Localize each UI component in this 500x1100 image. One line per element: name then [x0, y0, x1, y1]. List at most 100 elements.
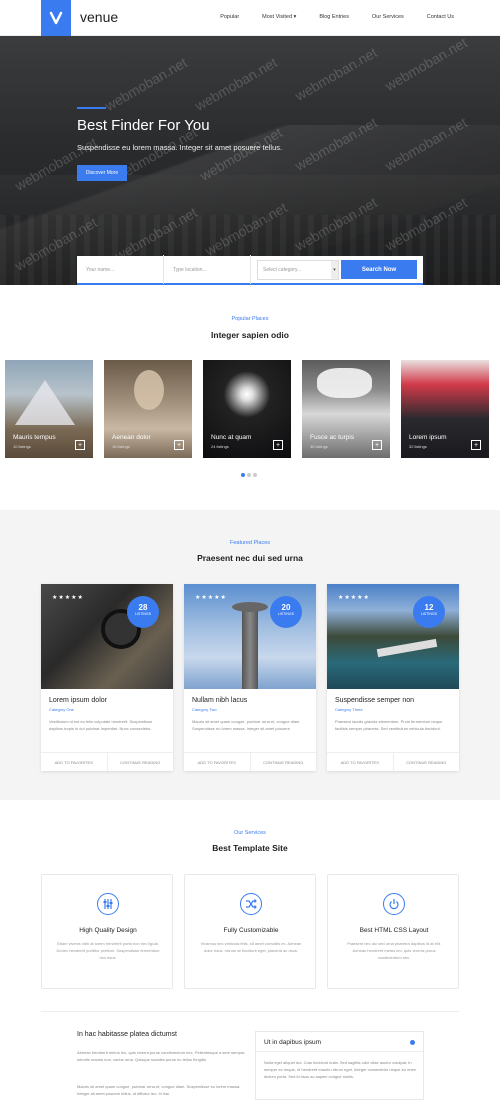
card-title[interactable]: Suspendisse semper non [335, 697, 414, 704]
carousel-dot[interactable] [247, 473, 251, 477]
nav-most-visited[interactable]: Most Visited ▾ [262, 14, 296, 20]
plus-icon[interactable]: + [75, 440, 85, 450]
shuffle-icon [240, 893, 262, 915]
featured-eyebrow: Featured Places [229, 540, 271, 546]
featured-card: ★★★★★ 12 LISTINGS Suspendisse semper non… [327, 584, 459, 771]
services-title: Best Template Site [212, 843, 288, 853]
add-to-favorites-button[interactable]: ADD TO FAVORITES [327, 753, 394, 771]
tower-top-shape [232, 602, 268, 612]
power-icon [383, 893, 405, 915]
carousel-dots [241, 473, 257, 477]
listings-label: LISTINGS [135, 612, 151, 616]
listings-count: 20 [281, 603, 291, 612]
place-count: 36 listings [310, 444, 328, 449]
hero-subtitle: Suspendisse eu lorem massa. Integer sit … [77, 143, 283, 152]
watermark: webmoban.net [192, 54, 280, 114]
card-description: Vestibulum id est eu felis vulputate hen… [49, 719, 153, 731]
carousel-dot[interactable] [253, 473, 257, 477]
nav-contact-us[interactable]: Contact Us [427, 14, 454, 20]
logo-icon[interactable] [41, 0, 71, 36]
main-nav: Popular Most Visited ▾ Blog Entries Our … [197, 14, 454, 20]
plus-icon[interactable]: + [471, 440, 481, 450]
blog-paragraph: Aenean hendrerit metus leo, quis viverra… [77, 1050, 246, 1062]
service-card: Best HTML CSS Layout Praesent nec dui se… [327, 874, 459, 989]
continue-reading-button[interactable]: CONTINUE READING [251, 753, 317, 771]
name-input[interactable]: Your name... [77, 255, 164, 284]
blog-paragraph: Mauris sit amet quam congue, pulvinar ur… [77, 1084, 241, 1096]
card-category[interactable]: Category Two [192, 707, 217, 712]
rating-stars: ★★★★★ [338, 595, 370, 601]
card-category[interactable]: Category One [49, 707, 74, 712]
brand-name[interactable]: venue [80, 9, 118, 25]
place-card[interactable]: Lorem ipsum 32 listings + [401, 360, 489, 458]
service-title: High Quality Design [79, 927, 137, 934]
card-category[interactable]: Category Three [335, 707, 363, 712]
rating-stars: ★★★★★ [195, 595, 227, 601]
watermark: webmoban.net [292, 44, 380, 104]
plus-icon[interactable]: + [174, 440, 184, 450]
listings-badge: 20 LISTINGS [270, 596, 302, 628]
category-select-label: Select category... [263, 266, 302, 273]
plus-icon[interactable]: + [372, 440, 382, 450]
service-card: Fully Customizable Vivamus nec vehicula … [184, 874, 316, 989]
category-select[interactable]: Select category... ▾ [257, 259, 339, 280]
service-title: Fully Customizable [223, 927, 279, 934]
place-name: Mauris tempus [13, 434, 56, 441]
blog-title: In hac habitasse platea dictumst [77, 1031, 178, 1038]
tower-shape [242, 604, 258, 689]
place-card[interactable]: Mauris tempus 10 listings + [5, 360, 93, 458]
hero-banner: webmoban.net webmoban.net webmoban.net w… [0, 36, 500, 285]
continue-reading-button[interactable]: CONTINUE READING [108, 753, 174, 771]
place-card[interactable]: Fusce ac turpis 36 listings + [302, 360, 390, 458]
place-name: Nunc at quam [211, 434, 252, 441]
accordion-indicator-icon [410, 1040, 415, 1045]
platform-shape [376, 638, 438, 658]
nav-our-services[interactable]: Our Services [372, 14, 404, 20]
place-count: 24 listings [211, 444, 229, 449]
listings-label: LISTINGS [421, 612, 437, 616]
add-to-favorites-button[interactable]: ADD TO FAVORITES [184, 753, 251, 771]
continue-reading-button[interactable]: CONTINUE READING [394, 753, 460, 771]
section-divider [41, 1011, 459, 1012]
listings-label: LISTINGS [278, 612, 294, 616]
hero-title: Best Finder For You [77, 117, 210, 134]
plus-icon[interactable]: + [273, 440, 283, 450]
popular-eyebrow: Popular Places [231, 316, 269, 322]
place-name: Lorem ipsum [409, 434, 447, 441]
chevron-down-icon: ▾ [331, 260, 338, 279]
accordion-header[interactable]: Ut in dapibus ipsum [256, 1032, 423, 1052]
place-name: Fusce ac turpis [310, 434, 355, 441]
site-header: venue Popular Most Visited ▾ Blog Entrie… [0, 0, 500, 36]
place-card[interactable]: Aenean dolor 18 listings + [104, 360, 192, 458]
listings-badge: 12 LISTINGS [413, 596, 445, 628]
nav-popular[interactable]: Popular [220, 14, 239, 20]
listings-count: 12 [424, 603, 434, 612]
listings-count: 28 [138, 603, 148, 612]
place-count: 18 listings [112, 444, 130, 449]
nav-blog-entries[interactable]: Blog Entries [319, 14, 349, 20]
listings-badge: 28 LISTINGS [127, 596, 159, 628]
card-description: Praesent iaculis gravida elementum. Proi… [335, 719, 443, 731]
location-input[interactable]: Type location... [164, 255, 251, 284]
accordion-title: Ut in dapibus ipsum [264, 1039, 322, 1046]
watermark: webmoban.net [102, 54, 190, 114]
add-to-favorites-button[interactable]: ADD TO FAVORITES [41, 753, 108, 771]
balloons-shape [317, 368, 372, 398]
service-title: Best HTML CSS Layout [359, 927, 429, 934]
accordion-body: Nulla eget aliquet dui. Cras tincidunt n… [264, 1060, 416, 1079]
person-shape [134, 370, 164, 410]
search-now-button[interactable]: Search Now [341, 260, 417, 279]
featured-card: ★★★★★ 20 LISTINGS Nullam nibh lacus Cate… [184, 584, 316, 771]
carousel-dot[interactable] [241, 473, 245, 477]
rating-stars: ★★★★★ [52, 595, 84, 601]
watermark: webmoban.net [382, 36, 470, 94]
place-name: Aenean dolor [112, 434, 151, 441]
place-card[interactable]: Nunc at quam 24 listings + [203, 360, 291, 458]
discover-more-button[interactable]: Discover More [77, 165, 127, 181]
place-count: 10 listings [13, 444, 31, 449]
card-title[interactable]: Lorem ipsum dolor [49, 697, 107, 704]
card-title[interactable]: Nullam nibh lacus [192, 697, 247, 704]
card-description: Mauris sit amet quam congue, pulvinar ur… [192, 719, 301, 731]
service-card: High Quality Design Etiam viverra nibh a… [41, 874, 173, 989]
card-footer: ADD TO FAVORITES CONTINUE READING [41, 752, 173, 771]
